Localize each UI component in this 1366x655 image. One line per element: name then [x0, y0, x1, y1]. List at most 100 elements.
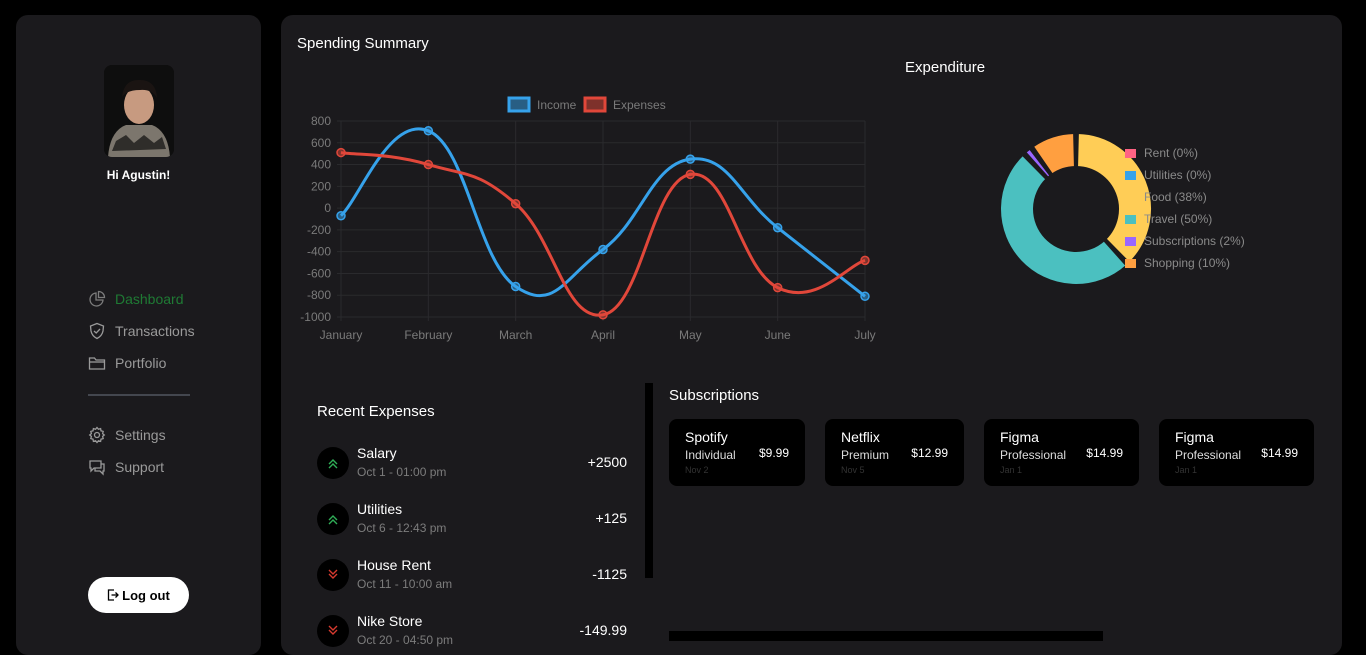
subscription-price: $14.99	[1261, 446, 1298, 460]
chat-icon	[89, 460, 105, 476]
pie-legend-item[interactable]: Utilities (0%)	[1125, 168, 1211, 182]
x-tick-label: April	[591, 328, 615, 342]
gear-icon	[88, 426, 106, 444]
data-point	[598, 244, 608, 255]
expense-amount: +125	[595, 510, 627, 526]
subscription-name: Figma	[1000, 429, 1039, 445]
legend-swatch	[1125, 258, 1136, 268]
legend-swatch	[1125, 236, 1136, 246]
y-tick-label: -600	[307, 266, 331, 280]
data-point	[772, 282, 783, 293]
legend-swatch	[1125, 192, 1136, 202]
y-tick-label: 800	[311, 114, 331, 128]
pie-chart-icon	[89, 290, 106, 307]
data-point	[423, 159, 434, 170]
shield-check-icon	[89, 322, 105, 340]
data-point	[772, 222, 783, 233]
subscription-card[interactable]: Spotify Individual Nov 2 $9.99	[669, 419, 805, 486]
expense-row[interactable]: Utilities Oct 6 - 12:43 pm +125	[317, 501, 627, 541]
y-tick-label: 0	[324, 201, 331, 215]
avatar-image	[104, 65, 174, 157]
subscription-card[interactable]: Netflix Premium Nov 5 $12.99	[825, 419, 964, 486]
nav-label-support: Support	[115, 459, 165, 475]
data-point	[685, 154, 696, 164]
subscription-price: $9.99	[758, 446, 789, 460]
data-point	[860, 255, 870, 266]
nav-label-settings: Settings	[115, 427, 166, 443]
expense-amount: -149.99	[579, 622, 627, 638]
data-point	[860, 291, 870, 302]
pie-legend-item[interactable]: Subscriptions (2%)	[1125, 234, 1245, 248]
data-point	[336, 147, 346, 158]
main-nav: Dashboard Transactions Portfolio	[88, 283, 195, 379]
subscription-date: Nov 5	[841, 465, 865, 475]
subscription-price: $14.99	[1086, 446, 1123, 460]
subscription-card[interactable]: Figma Professional Jan 1 $14.99	[1159, 419, 1314, 486]
expense-amount: -1125	[592, 566, 627, 582]
chevrons-down-icon	[317, 559, 349, 591]
expense-row[interactable]: Salary Oct 1 - 01:00 pm +2500	[317, 445, 627, 485]
secondary-nav: Settings Support	[88, 419, 166, 483]
logout-label: Log out	[122, 587, 170, 603]
nav-item-transactions[interactable]: Transactions	[88, 315, 195, 347]
subscription-price: $12.99	[911, 446, 948, 460]
x-tick-label: May	[679, 328, 702, 342]
pie-legend-item[interactable]: Food (38%)	[1125, 190, 1207, 204]
legend-label: Income	[537, 98, 577, 112]
legend-label: Rent (0%)	[1144, 146, 1199, 160]
logout-icon	[108, 589, 120, 601]
legend-swatch	[1125, 214, 1136, 224]
legend-swatch	[507, 96, 531, 113]
pie-legend-item[interactable]: Travel (50%)	[1125, 212, 1212, 226]
x-tick-label: January	[320, 328, 363, 342]
subscription-card[interactable]: Figma Professional Jan 1 $14.99	[984, 419, 1139, 486]
subscription-date: Jan 1	[1175, 465, 1198, 475]
subscription-name: Spotify	[685, 429, 728, 445]
expense-name: House Rent	[357, 557, 431, 573]
legend-label: Shopping (10%)	[1144, 256, 1231, 270]
x-tick-label: July	[854, 328, 875, 342]
chevrons-down-icon	[317, 615, 349, 647]
expense-amount: +2500	[587, 454, 627, 470]
y-tick-label: -200	[307, 223, 331, 237]
nav-item-support[interactable]: Support	[88, 451, 166, 483]
x-tick-label: June	[765, 328, 791, 342]
subscription-name: Figma	[1175, 429, 1214, 445]
expense-name: Nike Store	[357, 613, 423, 629]
legend-label: Travel (50%)	[1144, 212, 1213, 226]
subscription-plan: Individual	[685, 448, 736, 462]
pie-legend-item[interactable]: Shopping (10%)	[1125, 256, 1230, 270]
legend-swatch	[1125, 170, 1136, 180]
legend-swatch	[583, 96, 607, 113]
expense-row[interactable]: Nike Store Oct 20 - 04:50 pm -149.99	[317, 613, 627, 653]
logout-button[interactable]: Log out	[88, 577, 189, 613]
avatar[interactable]	[104, 65, 174, 157]
legend-label: Expenses	[613, 98, 666, 112]
pie-legend-item[interactable]: Rent (0%)	[1125, 146, 1198, 160]
expense-name: Utilities	[357, 501, 403, 517]
expense-date: Oct 1 - 01:00 pm	[357, 465, 447, 479]
greeting: Hi Agustin!	[106, 168, 171, 182]
expense-row[interactable]: House Rent Oct 11 - 10:00 am -1125	[317, 557, 627, 597]
data-point	[336, 210, 346, 221]
sidebar: Hi Agustin! Dashboard Transactions Portf…	[16, 15, 261, 655]
subscription-plan: Premium	[841, 448, 890, 462]
vertical-scrollbar[interactable]	[645, 383, 653, 578]
subscription-name: Netflix	[841, 429, 880, 445]
nav-item-dashboard[interactable]: Dashboard	[88, 283, 195, 315]
horizontal-scrollbar[interactable]	[669, 631, 1103, 641]
subscription-plan: Professional	[1175, 448, 1242, 462]
data-point	[685, 169, 696, 180]
subscriptions-title: Subscriptions	[669, 387, 760, 404]
legend-label: Food (38%)	[1144, 190, 1207, 204]
data-point	[423, 126, 434, 136]
nav-item-settings[interactable]: Settings	[88, 419, 166, 451]
data-point	[598, 310, 608, 320]
expense-date: Oct 6 - 12:43 pm	[357, 521, 447, 535]
nav-divider	[88, 394, 190, 396]
recent-expenses-title: Recent Expenses	[317, 403, 435, 420]
chevrons-up-icon	[317, 503, 349, 535]
main-panel: Spending Summary Expenditure 800 600 400 20…	[281, 15, 1342, 655]
nav-item-portfolio[interactable]: Portfolio	[88, 347, 195, 379]
y-tick-label: -800	[307, 288, 331, 302]
